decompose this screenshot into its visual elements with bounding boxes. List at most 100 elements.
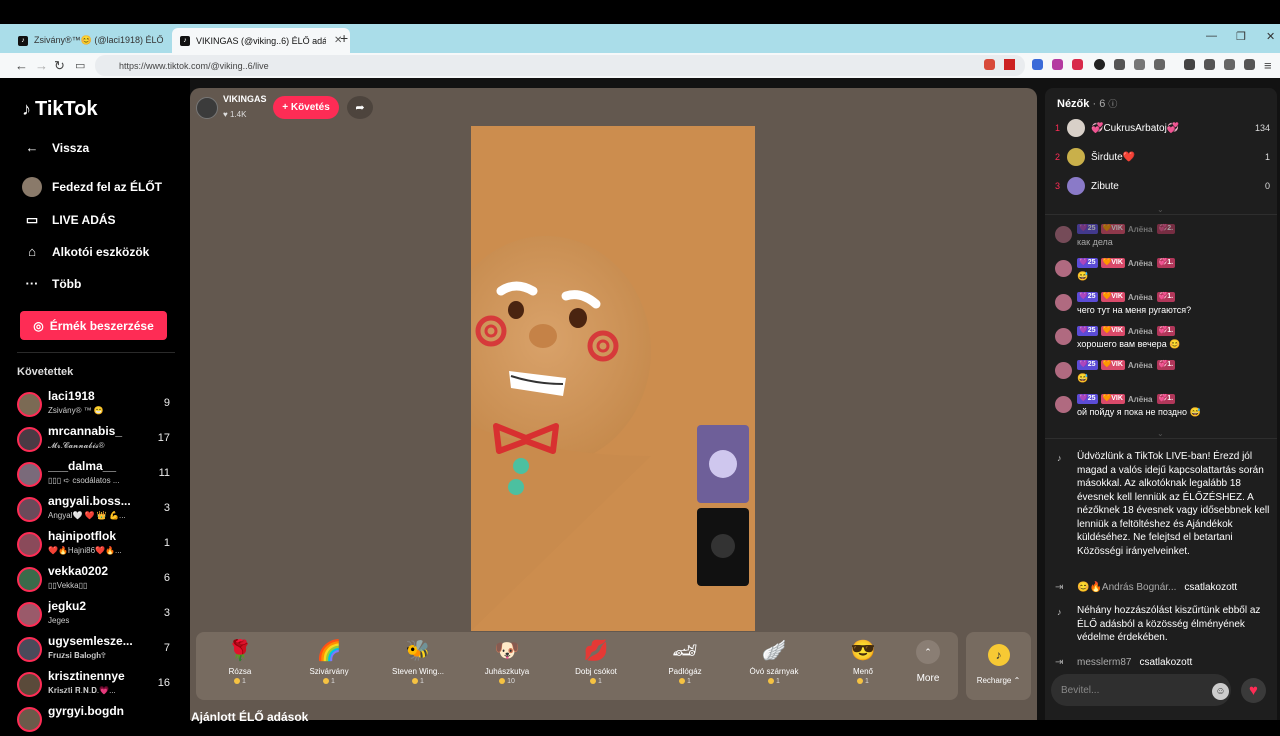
nav-back[interactable]: ← Vissza (22, 140, 90, 155)
following-item[interactable]: vekka0202 ▯▯Vekka▯▯ 6 (17, 562, 175, 596)
join-text: csatlakozott (1184, 582, 1238, 593)
recharge-button[interactable]: ♪ Recharge ⌃ (966, 632, 1031, 700)
avatar[interactable] (1055, 328, 1072, 345)
gift-item[interactable]: 🏎 Padlógáz 1 (641, 638, 729, 685)
join-user[interactable]: messlerm87 (1077, 657, 1131, 668)
menu-icon[interactable]: ≡ (1264, 58, 1272, 73)
url-field[interactable]: https://www.tiktok.com/@viking..6/live (95, 55, 1025, 76)
translate-icon[interactable] (1032, 59, 1043, 70)
extension-circle-icon[interactable] (1094, 59, 1105, 70)
chat-username[interactable]: Алёна (1128, 327, 1153, 336)
chat-username[interactable]: Алёна (1128, 293, 1153, 302)
new-tab-button[interactable]: + (340, 30, 348, 46)
gift-icon: 🐶 (494, 640, 520, 662)
chat-username[interactable]: Алёна (1128, 361, 1153, 370)
viewer-row[interactable]: 1 💞CukrusArbatoj💞 134 (1055, 117, 1270, 139)
bookmark-icon[interactable]: ▭ (75, 59, 85, 72)
viewer-score: 1 (1264, 152, 1270, 162)
gift-item[interactable]: 😎 Menő 1 (819, 638, 907, 685)
extension-shield-icon[interactable] (984, 59, 995, 70)
minimize-icon[interactable]: — (1206, 30, 1217, 42)
chat-username[interactable]: Алёна (1128, 259, 1153, 268)
chat-input[interactable]: Bevitel... (1051, 674, 1231, 706)
extension-x-icon[interactable] (1052, 59, 1063, 70)
chevron-down-icon[interactable]: ⌄ (1157, 205, 1164, 214)
following-item[interactable]: mrcannabis_ 𝓜𝓻.𝓒𝓪𝓷𝓷𝓪𝓫𝓲𝓼® 17 (17, 422, 175, 456)
nav-label: Alkotói eszközök (52, 244, 150, 259)
viewer-row[interactable]: 2 Širdute❤️ 1 (1055, 146, 1270, 168)
gift-item[interactable]: 💋 Dobj csókot 1 (552, 638, 640, 685)
avatar[interactable] (1055, 396, 1072, 413)
extension-gear-icon[interactable] (1134, 59, 1145, 70)
shield-icon[interactable] (1244, 59, 1255, 70)
info-icon[interactable]: ⓘ (1108, 99, 1117, 109)
get-coins-button[interactable]: ◎ Érmék beszerzése (20, 311, 167, 340)
extension-triangle-icon[interactable] (1004, 59, 1015, 70)
top-black-bar (0, 0, 1280, 24)
gift-item[interactable]: 🌈 Szivárvány 1 (285, 638, 373, 685)
nav-live[interactable]: ▭ LIVE ADÁS (22, 212, 116, 228)
gift-icon: 💋 (583, 640, 609, 662)
more-gifts-button[interactable]: ⌃ More (908, 640, 948, 684)
chevron-up-icon: ⌃ (916, 640, 940, 664)
streamer-avatar[interactable] (196, 97, 218, 119)
following-subtitle: Zsivány® ™ 😁 (48, 406, 104, 415)
avatar[interactable] (1055, 362, 1072, 379)
join-user[interactable]: 😊🔥András Bognár... (1077, 582, 1176, 593)
emoji-icon[interactable]: ☺ (1212, 683, 1229, 700)
back-icon[interactable]: ← (15, 58, 28, 73)
chat-username[interactable]: Алёна (1128, 225, 1153, 234)
gift-list: 🌹 Rózsa 1 🌈 Szivárvány 1 🐝 Steven Wing... … (196, 632, 958, 700)
tab-title: VIKINGAS (@viking..6) ÉLŐ adás (196, 35, 326, 46)
live-stage: VIKINGAS ♥ 1.4K + Követés ➦ 🌹 Rózsa 1 🌈 … (190, 88, 1037, 720)
gift-item[interactable]: 🪽 Óvó szárnyak 1 (730, 638, 818, 685)
reload-icon[interactable]: ↻ (54, 58, 65, 74)
tab-vikingas[interactable]: ♪ VIKINGAS (@viking..6) ÉLŐ adás ✕ (172, 28, 351, 53)
share-icon[interactable]: ➦ (347, 96, 373, 119)
tab-zsivany[interactable]: ♪ Zsivány®™😊 (@laci1918) ÉLŐ adás (10, 28, 172, 53)
wallet-icon[interactable] (1204, 59, 1215, 70)
viewer-row[interactable]: 3 Zibute 0 (1055, 175, 1270, 197)
gift-icon: 🌈 (316, 640, 342, 662)
following-item[interactable]: krisztinennye 𝐊𝐫𝐢𝐬𝐳𝐭𝐢 𝐑.𝐍.𝐃.💗... 16 (17, 667, 175, 701)
sidebar-toggle-icon[interactable] (1184, 59, 1195, 70)
enter-icon: ⇥ (1055, 582, 1064, 593)
extension-puzzle-icon[interactable] (1114, 59, 1125, 70)
restore-icon[interactable]: ❐ (1236, 30, 1246, 43)
share-icon[interactable] (1224, 59, 1235, 70)
following-item[interactable]: hajnipotflok ❤️🔥Hajni86❤️🔥... 1 (17, 527, 175, 561)
chat-username[interactable]: Алёна (1128, 395, 1153, 404)
following-item[interactable]: jegku2 Jeges 3 (17, 597, 175, 631)
avatar[interactable] (1055, 294, 1072, 311)
nav-creator-tools[interactable]: ⌂ Alkotói eszközök (22, 244, 149, 259)
following-item[interactable]: ___dalma__ ▯▯▯ ➪ csodálatos ... 11 (17, 457, 175, 491)
following-item[interactable]: laci1918 Zsivány® ™ 😁 9 (17, 387, 175, 421)
chat-text: 😅 (1077, 373, 1089, 383)
nav-more[interactable]: ··· Több (22, 276, 82, 291)
enter-icon: ⇥ (1055, 657, 1064, 668)
avatar[interactable] (1055, 226, 1072, 243)
avatar[interactable] (1055, 260, 1072, 277)
follow-button[interactable]: + Követés (273, 96, 339, 119)
chevron-down-icon[interactable]: ⌄ (1157, 429, 1164, 438)
close-window-icon[interactable]: ✕ (1266, 30, 1275, 43)
gift-item[interactable]: 🐝 Steven Wing... 1 (374, 638, 462, 685)
left-sidebar: ♪ TikTok ← Vissza Fedezd fel az ÉLŐT ▭ L… (0, 78, 190, 732)
following-item[interactable]: angyali.boss... Angyal🤍 ❤️ 👑 💪... 3 (17, 492, 175, 526)
guest-thumbnail-2[interactable] (697, 508, 749, 586)
forward-icon[interactable]: → (35, 58, 48, 73)
following-item[interactable]: gyrgyi.bogdn (17, 702, 175, 736)
welcome-message: ♪ Üdvözlünk a TikTok LIVE-ban! Érezd jól… (1055, 450, 1270, 558)
gift-item[interactable]: 🐶 Juhászkutya 10 (463, 638, 551, 685)
gift-item[interactable]: 🌹 Rózsa 1 (196, 638, 284, 685)
following-name: ugysemlesze... (48, 634, 133, 648)
heart-icon[interactable]: ♥ (1241, 678, 1266, 703)
following-item[interactable]: ugysemlesze... 𝐅𝐫𝐮𝐳𝐬𝐢 𝐁𝐚𝐥𝐨𝐠𝐡✞ 7 (17, 632, 175, 666)
extension-media-icon[interactable] (1154, 59, 1165, 70)
guest-thumbnail-1[interactable] (697, 425, 749, 503)
tiktok-logo[interactable]: ♪ TikTok (22, 98, 98, 121)
streamer-info[interactable]: VIKINGAS ♥ 1.4K (196, 94, 273, 120)
extension-hls-icon[interactable] (1072, 59, 1083, 70)
nav-discover-live[interactable]: Fedezd fel az ÉLŐT (22, 177, 162, 197)
viewer-score: 0 (1264, 181, 1270, 191)
